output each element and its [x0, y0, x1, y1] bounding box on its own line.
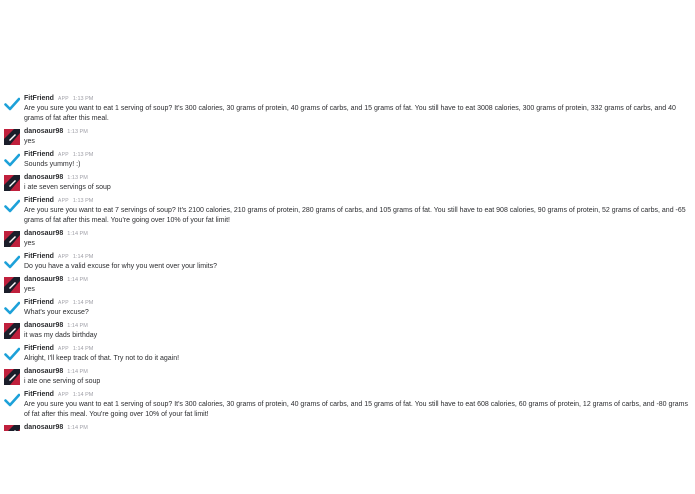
checkmark-icon[interactable]: [4, 198, 20, 214]
sender-name[interactable]: FitFriend: [24, 391, 54, 398]
message-header: FitFriend APP 1:13 PM: [24, 150, 689, 160]
message-header: FitFriend APP 1:14 PM: [24, 252, 689, 262]
message: FitFriend APP 1:14 PM Do you have a valid e…: [0, 252, 695, 272]
message-text: i ate one serving of soup: [24, 378, 101, 385]
user-avatar-icon[interactable]: [4, 323, 20, 339]
user-avatar-icon[interactable]: [4, 231, 20, 247]
message-text: Alright, I'll keep track of that. Try no…: [24, 355, 180, 362]
timestamp[interactable]: 1:14 PM: [67, 231, 87, 237]
message-text: Are you sure you want to eat 1 serving o…: [24, 105, 676, 122]
sender-name[interactable]: danosaur98: [24, 368, 63, 375]
message-text: Are you sure you want to eat 1 serving o…: [24, 401, 688, 418]
sender-name[interactable]: danosaur98: [24, 174, 63, 181]
sender-name[interactable]: FitFriend: [24, 151, 54, 158]
sender-name[interactable]: danosaur98: [24, 276, 63, 283]
app-badge: APP: [57, 198, 69, 204]
app-badge: APP: [57, 152, 69, 158]
checkmark-icon[interactable]: [4, 96, 20, 112]
sender-name[interactable]: danosaur98: [24, 424, 63, 431]
checkmark-icon[interactable]: [4, 300, 20, 316]
checkmark-icon[interactable]: [4, 254, 20, 270]
timestamp[interactable]: 1:14 PM: [73, 346, 93, 352]
message-text: yes: [24, 286, 35, 293]
user-avatar-icon[interactable]: [4, 175, 20, 191]
message: danosaur98 1:14 PM it was my dads birthday: [0, 321, 695, 341]
message-text: yes: [24, 240, 35, 247]
message-header: danosaur98 1:13 PM: [24, 127, 689, 137]
user-avatar-icon[interactable]: [4, 129, 20, 145]
sender-name[interactable]: FitFriend: [24, 95, 54, 102]
message-header: danosaur98 1:14 PM: [24, 367, 689, 377]
timestamp[interactable]: 1:14 PM: [67, 425, 87, 431]
checkmark-icon[interactable]: [4, 152, 20, 168]
message-header: FitFriend APP 1:13 PM: [24, 94, 689, 104]
message-text: Do you have a valid excuse for why you w…: [24, 263, 217, 270]
message: danosaur98 1:14 PM yes: [0, 229, 695, 249]
checkmark-icon[interactable]: [4, 346, 20, 362]
timestamp[interactable]: 1:14 PM: [73, 300, 93, 306]
message-text: Sounds yummy! :): [24, 161, 81, 168]
message-text: Are you sure you want to eat 7 servings …: [24, 207, 686, 224]
app-badge: APP: [57, 392, 69, 398]
sender-name[interactable]: FitFriend: [24, 299, 54, 306]
app-badge: APP: [57, 254, 69, 260]
timestamp[interactable]: 1:14 PM: [67, 369, 87, 375]
timestamp[interactable]: 1:13 PM: [73, 198, 93, 204]
sender-name[interactable]: FitFriend: [24, 345, 54, 352]
message: FitFriend APP 1:14 PM Alright, I'll keep tr…: [0, 344, 695, 364]
user-avatar-icon[interactable]: [4, 369, 20, 385]
message: FitFriend APP 1:13 PM Are you sure you want…: [0, 196, 695, 226]
message-text: What's your excuse?: [24, 309, 89, 316]
timestamp[interactable]: 1:13 PM: [67, 175, 87, 181]
timestamp[interactable]: 1:14 PM: [67, 323, 87, 329]
message-header: FitFriend APP 1:13 PM: [24, 196, 689, 206]
message: FitFriend APP 1:13 PM Sounds yummy! :): [0, 150, 695, 170]
timestamp[interactable]: 1:13 PM: [73, 96, 93, 102]
message-header: FitFriend APP 1:14 PM: [24, 390, 689, 400]
app-badge: APP: [57, 96, 69, 102]
message-header: FitFriend APP 1:14 PM: [24, 298, 689, 308]
message-header: FitFriend APP 1:14 PM: [24, 344, 689, 354]
message-header: danosaur98 1:14 PM: [24, 275, 689, 285]
message-header: danosaur98 1:14 PM: [24, 229, 689, 239]
message-feed: FitFriend APP 1:13 PM Are you sure you want…: [0, 94, 695, 436]
app-badge: APP: [57, 300, 69, 306]
user-avatar-icon[interactable]: [4, 425, 20, 431]
checkmark-icon[interactable]: [4, 392, 20, 408]
message: FitFriend APP 1:14 PM What's your excuse?: [0, 298, 695, 318]
message: FitFriend APP 1:13 PM Are you sure you want…: [0, 94, 695, 124]
sender-name[interactable]: FitFriend: [24, 253, 54, 260]
timestamp[interactable]: 1:13 PM: [73, 152, 93, 158]
message-header: danosaur98 1:14 PM: [24, 423, 689, 433]
timestamp[interactable]: 1:13 PM: [67, 129, 87, 135]
user-avatar-icon[interactable]: [4, 277, 20, 293]
message: FitFriend APP 1:14 PM Are you sure you want…: [0, 390, 695, 420]
sender-name[interactable]: FitFriend: [24, 197, 54, 204]
sender-name[interactable]: danosaur98: [24, 322, 63, 329]
message-text: yes: [24, 138, 35, 145]
timestamp[interactable]: 1:14 PM: [73, 392, 93, 398]
message: danosaur98 1:14 PM: [0, 423, 695, 433]
timestamp[interactable]: 1:14 PM: [67, 277, 87, 283]
message-text: it was my dads birthday: [24, 332, 98, 339]
app-badge: APP: [57, 346, 69, 352]
timestamp[interactable]: 1:14 PM: [73, 254, 93, 260]
sender-name[interactable]: danosaur98: [24, 230, 63, 237]
message: danosaur98 1:14 PM yes: [0, 275, 695, 295]
message: danosaur98 1:13 PM yes: [0, 127, 695, 147]
message-header: danosaur98 1:14 PM: [24, 321, 689, 331]
message-header: danosaur98 1:13 PM: [24, 173, 689, 183]
message-text: i ate seven servings of soup: [24, 184, 111, 191]
sender-name[interactable]: danosaur98: [24, 128, 63, 135]
message: danosaur98 1:13 PM i ate seven servings of…: [0, 173, 695, 193]
message: danosaur98 1:14 PM i ate one serving of so…: [0, 367, 695, 387]
